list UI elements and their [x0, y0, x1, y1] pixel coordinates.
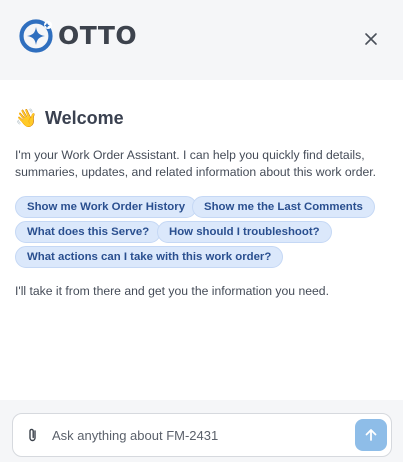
- sparkle-logo-icon: [19, 19, 53, 53]
- suggestion-available-actions[interactable]: What actions can I take with this work o…: [15, 246, 284, 268]
- waving-hand-icon: 👋: [15, 108, 38, 128]
- arrow-up-icon: [365, 429, 377, 441]
- outro-text: I'll take it from there and get you the …: [15, 284, 329, 298]
- suggestion-work-order-history[interactable]: Show me Work Order History: [15, 196, 198, 218]
- welcome-heading: 👋 Welcome: [15, 106, 124, 130]
- otto-logo: OTTO: [18, 18, 137, 54]
- close-button[interactable]: [361, 29, 381, 49]
- send-button[interactable]: [355, 419, 387, 451]
- chat-input[interactable]: [52, 422, 342, 448]
- suggestion-troubleshoot[interactable]: How should I troubleshoot?: [157, 221, 332, 243]
- suggestion-last-comments[interactable]: Show me the Last Comments: [192, 196, 375, 218]
- logo-text: OTTO: [58, 21, 138, 50]
- attach-button[interactable]: [26, 427, 40, 443]
- suggestion-what-does-this-serve[interactable]: What does this Serve?: [15, 221, 162, 243]
- welcome-title: Welcome: [45, 107, 124, 128]
- close-icon: [365, 33, 377, 45]
- paperclip-icon: [29, 428, 36, 442]
- intro-text: I'm your Work Order Assistant. I can hel…: [15, 148, 377, 179]
